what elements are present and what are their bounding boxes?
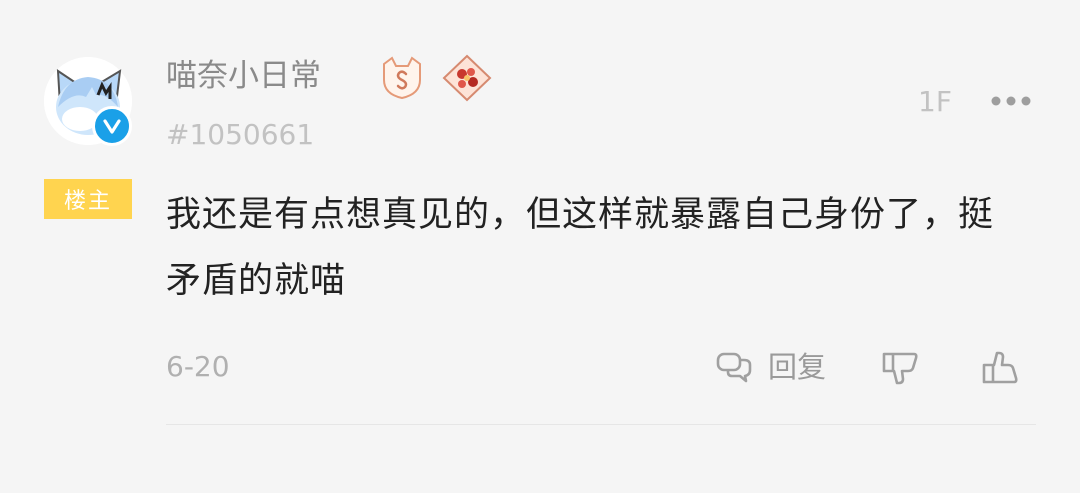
thumbs-up-icon[interactable] [980,348,1020,386]
username[interactable]: 喵奈小日常 [166,54,321,98]
member-badge-icon[interactable] [378,54,426,102]
flower-badge-icon[interactable] [440,54,494,102]
more-icon[interactable] [990,92,1032,110]
comment-icon[interactable] [716,350,752,384]
reply-button[interactable]: 回复 [768,347,826,387]
floor-number: 1F [918,85,952,118]
verified-check-icon [92,106,132,146]
op-badge: 楼主 [44,179,132,219]
user-id: #1050661 [166,118,315,151]
comment-content: 我还是有点想真见的，但这样就暴露自己身份了，挺矛盾的就喵 [166,195,995,301]
divider [166,424,1036,425]
thumbs-down-icon[interactable] [880,350,920,386]
post-date: 6-20 [166,350,230,383]
